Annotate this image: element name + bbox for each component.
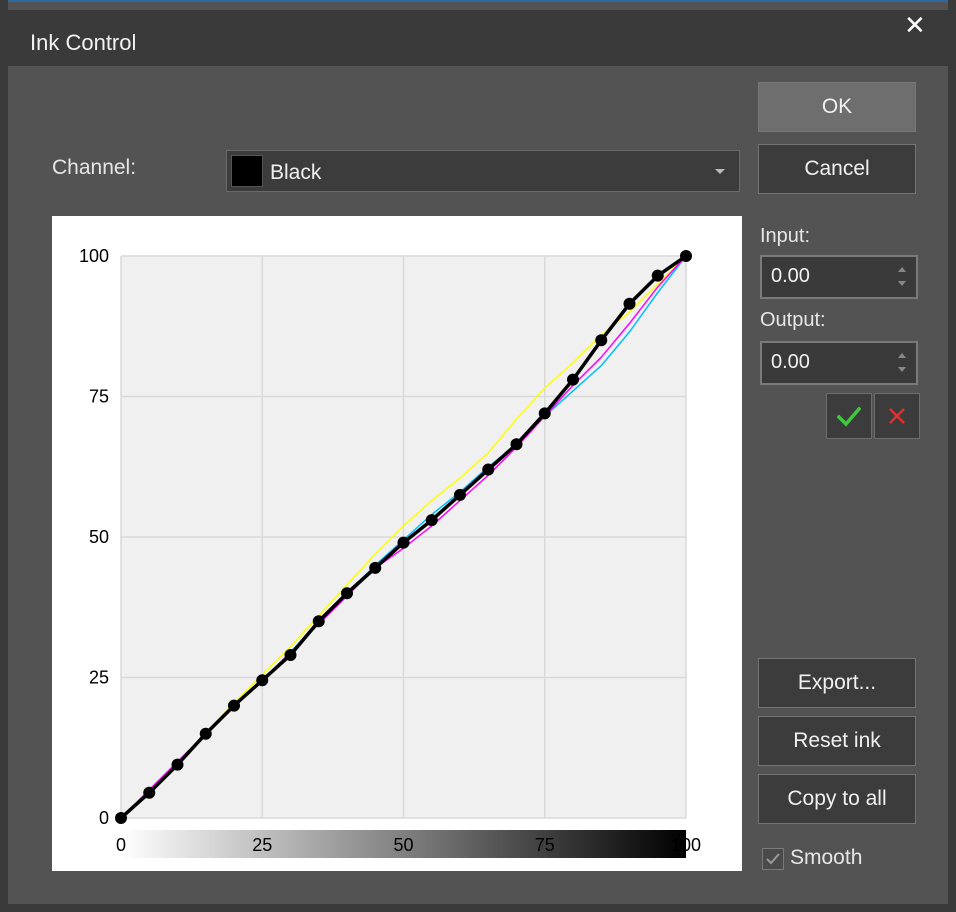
copy-to-all-button[interactable]: Copy to all bbox=[758, 774, 916, 824]
y-tick-label: 0 bbox=[99, 808, 109, 828]
output-label: Output: bbox=[760, 309, 826, 331]
input-decrement-icon[interactable] bbox=[898, 281, 906, 286]
smooth-checkbox[interactable] bbox=[762, 848, 784, 870]
x-tick-label: 100 bbox=[671, 835, 701, 855]
window-title: Ink Control bbox=[30, 30, 137, 55]
channel-select[interactable]: Black bbox=[226, 150, 740, 192]
x-tick-label: 75 bbox=[535, 835, 555, 855]
discard-point-button[interactable] bbox=[874, 393, 920, 439]
input-value: 0.00 bbox=[771, 265, 810, 287]
ink-curve-svg[interactable]: 0 25 50 75 100 0 25 50 75 100 bbox=[52, 216, 742, 871]
ink-control-dialog: Ink Control ✕ Channel: Black OK Cancel I… bbox=[0, 0, 956, 912]
input-spinbox[interactable]: 0.00 bbox=[760, 255, 918, 299]
curve-control-point bbox=[680, 250, 692, 262]
title-bar[interactable]: Ink Control bbox=[8, 10, 948, 66]
curve-control-point bbox=[312, 615, 325, 628]
curve-control-point bbox=[228, 699, 240, 712]
curve-control-point bbox=[171, 758, 184, 771]
channel-color-swatch bbox=[231, 155, 263, 187]
close-icon[interactable]: ✕ bbox=[904, 12, 926, 38]
check-icon bbox=[837, 406, 861, 427]
curve-control-point bbox=[651, 269, 664, 282]
curve-control-point bbox=[369, 561, 382, 574]
y-tick-label: 75 bbox=[89, 387, 109, 407]
x-tick-label: 25 bbox=[252, 835, 272, 855]
x-tick-label: 50 bbox=[393, 835, 413, 855]
curve-control-point bbox=[454, 488, 466, 501]
y-tick-label: 25 bbox=[89, 668, 109, 688]
output-spinbox[interactable]: 0.00 bbox=[760, 341, 918, 385]
chevron-down-icon bbox=[715, 169, 725, 174]
curve-control-point bbox=[341, 587, 353, 600]
curve-control-point bbox=[538, 407, 551, 420]
x-tick-label: 0 bbox=[116, 835, 126, 855]
checkmark-icon bbox=[766, 853, 780, 865]
y-tick-label: 50 bbox=[89, 527, 109, 547]
window-frame-bottom bbox=[0, 904, 956, 912]
output-value: 0.00 bbox=[771, 351, 810, 373]
ink-curve-chart[interactable]: 0 25 50 75 100 0 25 50 75 100 bbox=[52, 216, 742, 871]
x-icon bbox=[889, 408, 905, 424]
reset-ink-button[interactable]: Reset ink bbox=[758, 716, 916, 766]
curve-control-point bbox=[510, 438, 523, 451]
output-increment-icon[interactable] bbox=[898, 353, 906, 358]
curve-control-point bbox=[425, 514, 438, 527]
curve-control-point bbox=[397, 536, 410, 549]
cancel-button[interactable]: Cancel bbox=[758, 144, 916, 194]
apply-point-button[interactable] bbox=[826, 393, 872, 439]
curve-control-point bbox=[143, 786, 156, 799]
curve-control-point bbox=[595, 334, 608, 347]
input-increment-icon[interactable] bbox=[898, 267, 906, 272]
curve-control-point bbox=[256, 674, 269, 687]
ok-button[interactable]: OK bbox=[758, 82, 916, 132]
curve-control-point bbox=[199, 727, 212, 740]
channel-select-value: Black bbox=[270, 161, 322, 184]
smooth-label: Smooth bbox=[790, 846, 863, 869]
y-tick-label: 100 bbox=[79, 246, 109, 266]
window-frame-left bbox=[0, 0, 8, 912]
curve-control-point bbox=[284, 649, 297, 662]
curve-control-point bbox=[567, 373, 579, 386]
curve-control-point bbox=[482, 463, 495, 476]
output-decrement-icon[interactable] bbox=[898, 367, 906, 372]
window-frame-right bbox=[948, 0, 956, 912]
channel-label: Channel: bbox=[52, 156, 137, 179]
curve-control-point bbox=[623, 297, 636, 310]
input-label: Input: bbox=[760, 225, 811, 247]
curve-control-point bbox=[115, 812, 127, 824]
export-button[interactable]: Export... bbox=[758, 658, 916, 708]
